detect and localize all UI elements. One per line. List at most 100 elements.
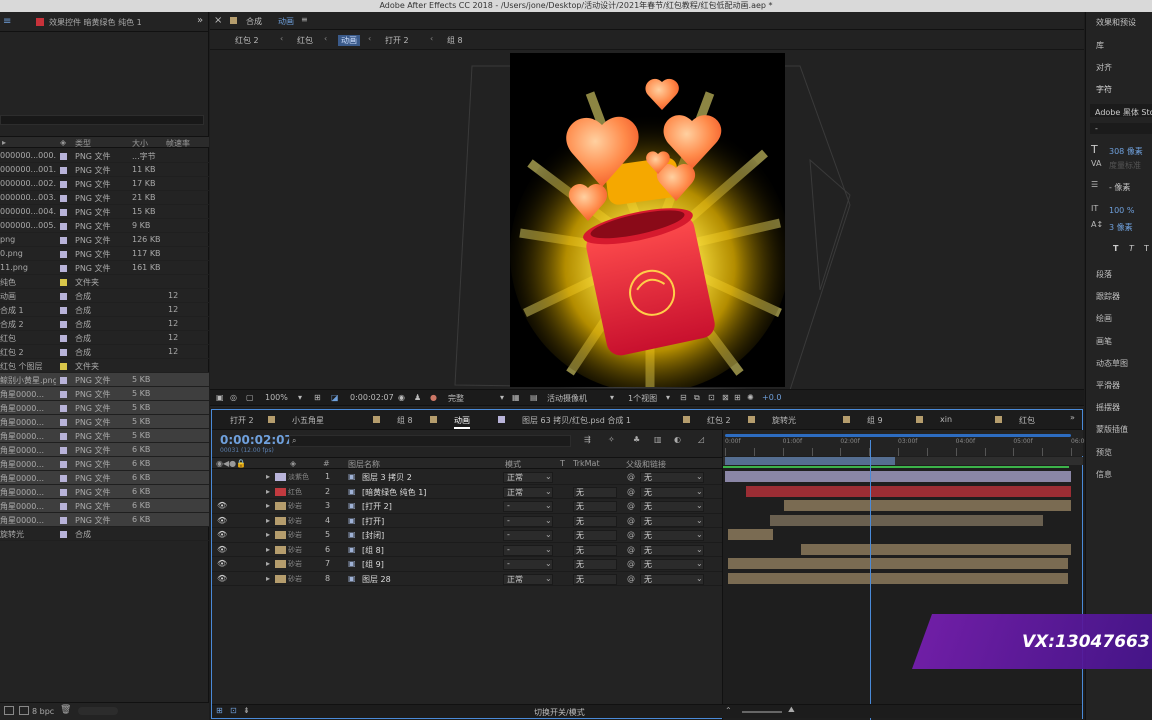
label-swatch[interactable] xyxy=(60,363,67,370)
label-swatch[interactable] xyxy=(60,531,67,538)
timeline-tab[interactable]: 组 9 xyxy=(867,415,883,426)
resolution-select[interactable]: 完整 xyxy=(448,393,464,404)
show-snapshot-icon[interactable]: ♟ xyxy=(414,393,421,402)
font-size-value[interactable]: 308 像素 xyxy=(1109,146,1143,157)
layer-label-swatch[interactable] xyxy=(275,516,286,525)
layer-row[interactable]: 👁 ▸ 砂岩 6 ▣ [组 8] - ⌄ 无 @ 无 ⌄ xyxy=(212,543,722,557)
effect-controls-tab[interactable]: ≡ 效果控件 暗黄绿色 纯色 1 » xyxy=(0,12,208,32)
all-caps-button[interactable]: T xyxy=(1144,244,1149,253)
project-row[interactable]: 红包 合成 12 xyxy=(0,331,209,345)
label-swatch[interactable] xyxy=(60,503,67,510)
3d-view-icon[interactable]: ▤ xyxy=(530,393,538,402)
timeline-tab[interactable]: 动画 xyxy=(454,415,470,429)
faux-bold-button[interactable]: T xyxy=(1113,244,1118,253)
zoom-select[interactable]: 100% xyxy=(265,393,288,402)
mask-visibility-icon[interactable]: ▢ xyxy=(246,393,254,402)
zoom-slider[interactable] xyxy=(742,711,782,713)
3d-glasses-icon[interactable]: ◎ xyxy=(230,393,237,402)
layer-duration-bar[interactable] xyxy=(728,572,1068,584)
layer-duration-bar[interactable] xyxy=(728,529,774,540)
fps-column[interactable]: 帧速率 xyxy=(166,138,190,149)
project-row[interactable]: 000000...003.png PNG 文件 21 KB xyxy=(0,191,209,205)
leading-value[interactable]: - 像素 xyxy=(1109,182,1130,193)
frame-blending-icon[interactable]: ▥ xyxy=(654,435,662,444)
eye-icon[interactable]: 👁 xyxy=(217,516,227,525)
timeline-toggle-icon[interactable]: ⊡ xyxy=(708,393,715,402)
tabs-overflow-icon[interactable]: » xyxy=(1070,413,1075,422)
timeline-tab[interactable]: 旋转光 xyxy=(772,415,796,426)
pickwhip-icon[interactable]: @ xyxy=(627,559,635,568)
project-row[interactable]: 000000...001.png PNG 文件 11 KB xyxy=(0,163,209,177)
project-row[interactable]: 角星0000... PNG 文件 5 KB xyxy=(0,415,209,429)
color-channel-icon[interactable]: ● xyxy=(430,393,437,402)
library-tab[interactable]: 库 xyxy=(1096,40,1104,51)
label-swatch[interactable] xyxy=(60,517,67,524)
project-row[interactable]: 000000...004.png PNG 文件 15 KB xyxy=(0,205,209,219)
expand-arrow-icon[interactable]: ▸ xyxy=(266,516,270,525)
panel-item[interactable]: 预览 xyxy=(1096,447,1112,458)
new-folder-icon[interactable] xyxy=(19,706,29,715)
zoom-out-icon[interactable]: ⌃ xyxy=(725,706,732,715)
eye-icon[interactable]: 👁 xyxy=(217,574,227,583)
project-row[interactable]: 角星0000... PNG 文件 5 KB xyxy=(0,429,209,443)
label-column-icon[interactable]: ◈ xyxy=(60,138,66,147)
thumbnail-slider[interactable] xyxy=(78,707,118,715)
timeline-tab[interactable]: 小五角星 xyxy=(292,415,324,426)
project-row[interactable]: 合成 2 合成 12 xyxy=(0,317,209,331)
pickwhip-icon[interactable]: @ xyxy=(627,516,635,525)
baseline-value[interactable]: 3 像素 xyxy=(1109,222,1133,233)
interpret-footage-icon[interactable] xyxy=(4,706,14,715)
label-swatch[interactable] xyxy=(60,433,67,440)
panel-overflow-icon[interactable]: » xyxy=(197,15,203,26)
work-area-bar[interactable] xyxy=(723,457,1083,465)
project-row[interactable]: 纯色 文件夹 xyxy=(0,275,209,289)
timeline-tab[interactable]: 打开 2 xyxy=(230,415,254,426)
flowchart-icon[interactable]: ⊠ xyxy=(722,393,729,402)
pickwhip-icon[interactable]: @ xyxy=(627,574,635,583)
project-row[interactable]: 合成 1 合成 12 xyxy=(0,303,209,317)
project-row[interactable]: 角星0000... PNG 文件 5 KB xyxy=(0,387,209,401)
layer-label-swatch[interactable] xyxy=(275,502,286,510)
sort-icon[interactable]: ▸ xyxy=(2,138,6,147)
label-swatch[interactable] xyxy=(60,489,67,496)
project-row[interactable]: 000000...005.png PNG 文件 9 KB xyxy=(0,219,209,233)
label-swatch[interactable] xyxy=(60,349,67,356)
label-swatch[interactable] xyxy=(60,475,67,482)
tracking-value[interactable]: 度量标准 xyxy=(1109,160,1141,171)
expand-arrow-icon[interactable]: ▸ xyxy=(266,501,270,510)
project-row[interactable]: 红包 2 合成 12 xyxy=(0,345,209,359)
scale-value[interactable]: 100 % xyxy=(1109,206,1134,215)
layer-name[interactable]: [组 8] xyxy=(362,545,384,556)
layer-label-swatch[interactable] xyxy=(275,473,286,481)
expand-arrow-icon[interactable]: ▸ xyxy=(266,487,270,496)
expand-arrow-icon[interactable]: ▸ xyxy=(266,545,270,554)
font-style-select[interactable] xyxy=(1090,123,1152,134)
panel-item[interactable]: 段落 xyxy=(1096,269,1112,280)
close-icon[interactable]: × xyxy=(214,15,222,26)
camera-dropdown-icon[interactable]: ▾ xyxy=(610,393,614,402)
fast-preview-icon[interactable]: ⧉ xyxy=(694,393,700,403)
menu-icon[interactable]: ≡ xyxy=(3,16,11,27)
eye-icon[interactable]: 👁 xyxy=(217,530,227,539)
panel-item[interactable]: 动态草图 xyxy=(1096,358,1128,369)
align-tab[interactable]: 对齐 xyxy=(1096,62,1112,73)
project-row[interactable]: 角星0000... PNG 文件 6 KB xyxy=(0,471,209,485)
timeline-tab[interactable]: 红包 2 xyxy=(707,415,731,426)
modes-toggle-icon[interactable]: ⊡ xyxy=(230,706,237,715)
viewer-timecode[interactable]: 0:00:02:07 xyxy=(350,393,394,402)
toggle-pixel-icon[interactable]: ⊟ xyxy=(680,393,687,402)
reset-exposure-icon[interactable]: ⊞ xyxy=(734,393,741,402)
label-swatch[interactable] xyxy=(60,181,67,188)
roi-icon[interactable]: ◪ xyxy=(331,393,339,402)
layer-duration-bar[interactable] xyxy=(745,485,1071,497)
layer-name[interactable]: [封闭] xyxy=(362,530,384,541)
timeline-tab[interactable]: 红包 xyxy=(1019,415,1035,426)
motion-blur-icon[interactable]: ◐ xyxy=(674,435,681,444)
timeline-tab[interactable]: 组 8 xyxy=(397,415,413,426)
project-row[interactable]: 鲸别小黄星.png PNG 文件 5 KB xyxy=(0,373,209,387)
project-row[interactable]: 角星0000... PNG 文件 6 KB xyxy=(0,485,209,499)
panel-item[interactable]: 摇摆器 xyxy=(1096,402,1120,413)
timeline-graph[interactable]: 0:00f 01:00f 02:00f 03:00f 04:00f 05:00f 06:00… xyxy=(722,430,1090,720)
panel-item[interactable]: 绘画 xyxy=(1096,313,1112,324)
label-swatch[interactable] xyxy=(60,279,67,286)
